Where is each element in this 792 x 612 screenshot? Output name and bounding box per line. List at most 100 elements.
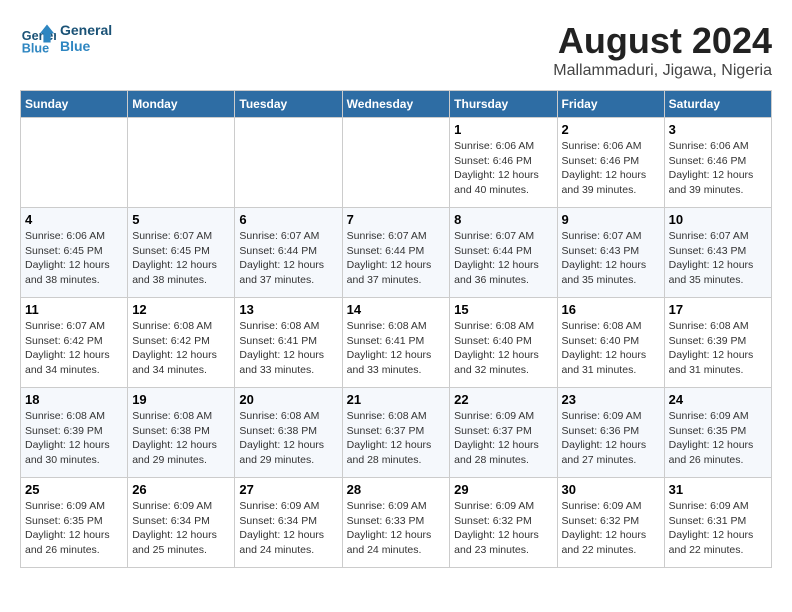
day-number: 23 — [562, 392, 660, 407]
day-info: Sunrise: 6:09 AM Sunset: 6:32 PM Dayligh… — [562, 499, 660, 558]
calendar-cell: 1Sunrise: 6:06 AM Sunset: 6:46 PM Daylig… — [450, 118, 557, 208]
calendar-cell: 25 Sunrise: 6:09 AM Sunset: 6:35 PM Dayli… — [21, 478, 128, 568]
day-info: Sunrise: 6:09 AM Sunset: 6:35 PM Dayligh… — [669, 409, 767, 468]
day-number: 14 — [347, 302, 446, 317]
day-number: 21 — [347, 392, 446, 407]
day-number: 10 — [669, 212, 767, 227]
day-header-wednesday: Wednesday — [342, 91, 450, 118]
calendar-cell: 31 Sunrise: 6:09 AM Sunset: 6:31 PM Dayli… — [664, 478, 771, 568]
calendar-cell: 5 Sunrise: 6:07 AM Sunset: 6:45 PM Daylig… — [128, 208, 235, 298]
svg-text:Blue: Blue — [22, 41, 49, 55]
logo-text: General Blue — [60, 22, 112, 54]
day-info: Sunrise: 6:08 AM Sunset: 6:38 PM Dayligh… — [239, 409, 337, 468]
day-info: Sunrise: 6:07 AM Sunset: 6:42 PM Dayligh… — [25, 319, 123, 378]
day-number: 26 — [132, 482, 230, 497]
day-info: Sunrise: 6:09 AM Sunset: 6:31 PM Dayligh… — [669, 499, 767, 558]
day-info: Sunrise: 6:06 AM Sunset: 6:46 PM Dayligh… — [562, 139, 660, 198]
logo: General Blue General Blue — [20, 20, 112, 56]
page-subtitle: Mallammaduri, Jigawa, Nigeria — [553, 62, 772, 80]
day-number: 7 — [347, 212, 446, 227]
day-info: Sunrise: 6:07 AM Sunset: 6:43 PM Dayligh… — [562, 229, 660, 288]
day-info: Sunrise: 6:07 AM Sunset: 6:45 PM Dayligh… — [132, 229, 230, 288]
day-info: Sunrise: 6:08 AM Sunset: 6:38 PM Dayligh… — [132, 409, 230, 468]
day-number: 28 — [347, 482, 446, 497]
page-header: General Blue General Blue August 2024 Ma… — [20, 20, 772, 80]
day-info: Sunrise: 6:06 AM Sunset: 6:46 PM Dayligh… — [454, 139, 552, 198]
calendar-cell: 23 Sunrise: 6:09 AM Sunset: 6:36 PM Dayli… — [557, 388, 664, 478]
calendar-cell: 2 Sunrise: 6:06 AM Sunset: 6:46 PM Daylig… — [557, 118, 664, 208]
calendar-cell: 18Sunrise: 6:08 AM Sunset: 6:39 PM Dayli… — [21, 388, 128, 478]
day-header-tuesday: Tuesday — [235, 91, 342, 118]
day-number: 6 — [239, 212, 337, 227]
calendar-week-3: 11 Sunrise: 6:07 AM Sunset: 6:42 PM Dayli… — [21, 298, 772, 388]
day-number: 2 — [562, 122, 660, 137]
calendar-header-row: SundayMondayTuesdayWednesdayThursdayFrid… — [21, 91, 772, 118]
day-info: Sunrise: 6:08 AM Sunset: 6:41 PM Dayligh… — [239, 319, 337, 378]
calendar-cell: 3Sunrise: 6:06 AM Sunset: 6:46 PM Daylig… — [664, 118, 771, 208]
calendar-week-5: 25 Sunrise: 6:09 AM Sunset: 6:35 PM Dayli… — [21, 478, 772, 568]
calendar-cell: 29 Sunrise: 6:09 AM Sunset: 6:32 PM Dayli… — [450, 478, 557, 568]
day-header-monday: Monday — [128, 91, 235, 118]
day-info: Sunrise: 6:09 AM Sunset: 6:34 PM Dayligh… — [239, 499, 337, 558]
day-info: Sunrise: 6:06 AM Sunset: 6:45 PM Dayligh… — [25, 229, 123, 288]
calendar-table: SundayMondayTuesdayWednesdayThursdayFrid… — [20, 90, 772, 568]
day-number: 15 — [454, 302, 552, 317]
calendar-cell: 14 Sunrise: 6:08 AM Sunset: 6:41 PM Dayli… — [342, 298, 450, 388]
day-number: 31 — [669, 482, 767, 497]
day-number: 18 — [25, 392, 123, 407]
day-number: 12 — [132, 302, 230, 317]
day-number: 11 — [25, 302, 123, 317]
calendar-cell: 28 Sunrise: 6:09 AM Sunset: 6:33 PM Dayli… — [342, 478, 450, 568]
calendar-cell — [21, 118, 128, 208]
calendar-cell: 16Sunrise: 6:08 AM Sunset: 6:40 PM Dayli… — [557, 298, 664, 388]
calendar-cell: 15Sunrise: 6:08 AM Sunset: 6:40 PM Dayli… — [450, 298, 557, 388]
day-number: 8 — [454, 212, 552, 227]
day-info: Sunrise: 6:09 AM Sunset: 6:33 PM Dayligh… — [347, 499, 446, 558]
calendar-cell: 24Sunrise: 6:09 AM Sunset: 6:35 PM Dayli… — [664, 388, 771, 478]
day-info: Sunrise: 6:07 AM Sunset: 6:44 PM Dayligh… — [454, 229, 552, 288]
day-info: Sunrise: 6:09 AM Sunset: 6:35 PM Dayligh… — [25, 499, 123, 558]
calendar-cell: 30 Sunrise: 6:09 AM Sunset: 6:32 PM Dayli… — [557, 478, 664, 568]
calendar-week-2: 4 Sunrise: 6:06 AM Sunset: 6:45 PM Daylig… — [21, 208, 772, 298]
calendar-cell: 11 Sunrise: 6:07 AM Sunset: 6:42 PM Dayli… — [21, 298, 128, 388]
day-info: Sunrise: 6:08 AM Sunset: 6:40 PM Dayligh… — [562, 319, 660, 378]
day-header-sunday: Sunday — [21, 91, 128, 118]
day-header-thursday: Thursday — [450, 91, 557, 118]
calendar-cell: 4 Sunrise: 6:06 AM Sunset: 6:45 PM Daylig… — [21, 208, 128, 298]
calendar-cell: 26 Sunrise: 6:09 AM Sunset: 6:34 PM Dayli… — [128, 478, 235, 568]
day-info: Sunrise: 6:09 AM Sunset: 6:34 PM Dayligh… — [132, 499, 230, 558]
calendar-cell: 21 Sunrise: 6:08 AM Sunset: 6:37 PM Dayli… — [342, 388, 450, 478]
day-number: 9 — [562, 212, 660, 227]
day-header-saturday: Saturday — [664, 91, 771, 118]
calendar-cell — [342, 118, 450, 208]
logo-icon: General Blue — [20, 20, 56, 56]
calendar-week-1: 1Sunrise: 6:06 AM Sunset: 6:46 PM Daylig… — [21, 118, 772, 208]
day-info: Sunrise: 6:09 AM Sunset: 6:36 PM Dayligh… — [562, 409, 660, 468]
day-number: 27 — [239, 482, 337, 497]
calendar-cell — [128, 118, 235, 208]
calendar-cell: 8 Sunrise: 6:07 AM Sunset: 6:44 PM Daylig… — [450, 208, 557, 298]
day-info: Sunrise: 6:07 AM Sunset: 6:44 PM Dayligh… — [239, 229, 337, 288]
day-number: 30 — [562, 482, 660, 497]
title-area: August 2024 Mallammaduri, Jigawa, Nigeri… — [553, 20, 772, 80]
day-info: Sunrise: 6:07 AM Sunset: 6:43 PM Dayligh… — [669, 229, 767, 288]
calendar-cell: 27 Sunrise: 6:09 AM Sunset: 6:34 PM Dayli… — [235, 478, 342, 568]
day-number: 13 — [239, 302, 337, 317]
day-number: 17 — [669, 302, 767, 317]
calendar-cell: 6 Sunrise: 6:07 AM Sunset: 6:44 PM Daylig… — [235, 208, 342, 298]
day-header-friday: Friday — [557, 91, 664, 118]
calendar-cell: 7Sunrise: 6:07 AM Sunset: 6:44 PM Daylig… — [342, 208, 450, 298]
calendar-cell: 20Sunrise: 6:08 AM Sunset: 6:38 PM Dayli… — [235, 388, 342, 478]
day-number: 29 — [454, 482, 552, 497]
day-number: 22 — [454, 392, 552, 407]
day-number: 4 — [25, 212, 123, 227]
calendar-cell: 12Sunrise: 6:08 AM Sunset: 6:42 PM Dayli… — [128, 298, 235, 388]
day-info: Sunrise: 6:08 AM Sunset: 6:41 PM Dayligh… — [347, 319, 446, 378]
calendar-cell: 19Sunrise: 6:08 AM Sunset: 6:38 PM Dayli… — [128, 388, 235, 478]
day-info: Sunrise: 6:08 AM Sunset: 6:37 PM Dayligh… — [347, 409, 446, 468]
calendar-cell — [235, 118, 342, 208]
day-number: 25 — [25, 482, 123, 497]
calendar-cell: 22Sunrise: 6:09 AM Sunset: 6:37 PM Dayli… — [450, 388, 557, 478]
day-info: Sunrise: 6:09 AM Sunset: 6:32 PM Dayligh… — [454, 499, 552, 558]
day-number: 5 — [132, 212, 230, 227]
